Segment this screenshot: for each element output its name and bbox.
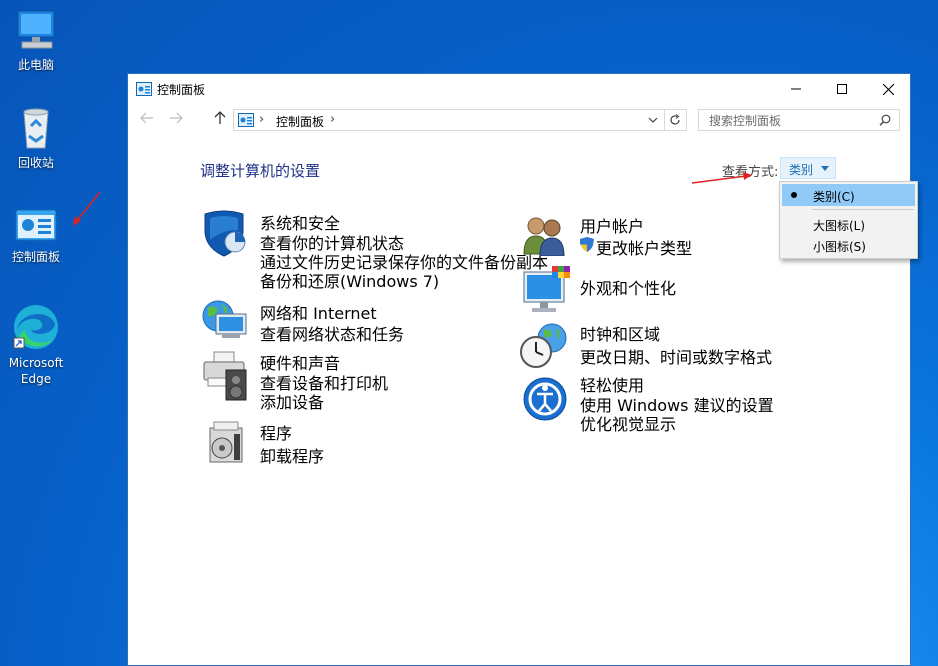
desktop-icon-this-pc[interactable]: 此电脑 — [0, 8, 72, 73]
control-panel-icon — [15, 209, 57, 241]
search-icon[interactable] — [879, 114, 891, 126]
computer-icon — [17, 10, 55, 49]
recycle-bin-icon — [23, 108, 49, 149]
desktop-icon-label: 控制面板 — [11, 250, 60, 264]
category-title-user-accounts[interactable]: 用户帐户 — [580, 213, 644, 237]
desktop-icon-edge[interactable]: Microsoft Edge — [0, 302, 72, 387]
desktop-icon-label: 回收站 — [17, 156, 54, 170]
menu-item-label: 小图标(S) — [813, 240, 866, 254]
user-accounts-icon — [523, 217, 565, 256]
link-add-device[interactable]: 添加设备 — [260, 389, 324, 413]
annotation-arrow-icon — [691, 172, 752, 184]
menu-item-small-icons[interactable]: 小图标(S) — [782, 234, 915, 256]
annotation-arrow-icon — [73, 191, 101, 226]
menu-item-label: 类别(C) — [813, 190, 855, 204]
desktop-icon-recycle-bin[interactable]: 回收站 — [0, 106, 72, 171]
back-button[interactable] — [140, 112, 154, 128]
edge-icon — [13, 305, 58, 349]
refresh-icon — [670, 114, 680, 125]
forward-button[interactable] — [169, 112, 183, 128]
refresh-button[interactable] — [665, 109, 687, 131]
up-button[interactable] — [214, 111, 226, 129]
link-change-account-type[interactable]: 更改帐户类型 — [596, 235, 692, 259]
view-by-menu: 类别(C) 大图标(L) 小图标(S) — [779, 181, 918, 259]
category-title-appearance[interactable]: 外观和个性化 — [580, 275, 676, 299]
programs-icon — [209, 421, 243, 463]
control-panel-small-icon — [238, 113, 254, 127]
close-icon — [882, 83, 894, 95]
system-security-icon — [204, 210, 246, 257]
address-bar[interactable]: › 控制面板 › — [233, 109, 665, 131]
control-panel-window: 控制面板 › 控制面板 › 搜索控制面板 调整计算机的设置 查看方式: 类别 系… — [127, 73, 911, 666]
desktop-icon-label: 此电脑 — [17, 58, 54, 72]
clock-region-icon — [520, 323, 567, 368]
link-optimize-visual-display[interactable]: 优化视觉显示 — [580, 411, 676, 435]
menu-item-label: 大图标(L) — [813, 219, 866, 233]
shield-icon — [580, 237, 594, 252]
window-title: 控制面板 — [157, 83, 206, 97]
dropdown-arrow-icon — [821, 166, 829, 171]
ease-of-access-icon — [523, 377, 567, 421]
close-button[interactable] — [865, 74, 911, 104]
desktop-icon-label: Microsoft Edge — [8, 356, 64, 386]
view-by-value: 类别 — [789, 163, 814, 177]
title-bar[interactable]: 控制面板 — [128, 74, 910, 104]
forward-arrow-icon — [170, 112, 183, 124]
link-uninstall-program[interactable]: 卸载程序 — [260, 443, 324, 467]
link-change-date-time-format[interactable]: 更改日期、时间或数字格式 — [580, 344, 772, 368]
hardware-sound-icon — [203, 351, 247, 401]
breadcrumb-control-panel[interactable]: 控制面板 — [276, 113, 324, 130]
breadcrumb-separator-icon[interactable]: › — [259, 112, 264, 127]
back-arrow-icon — [140, 112, 153, 124]
network-icon — [202, 300, 247, 338]
page-heading: 调整计算机的设置 — [200, 162, 321, 180]
up-arrow-icon — [214, 111, 226, 124]
appearance-icon — [523, 266, 570, 312]
control-panel-small-icon — [136, 82, 152, 96]
breadcrumb-separator-icon[interactable]: › — [330, 112, 335, 127]
category-title-clock-region[interactable]: 时钟和区域 — [580, 321, 660, 345]
search-box[interactable] — [698, 109, 900, 131]
search-input[interactable] — [707, 113, 871, 129]
menu-item-category[interactable]: 类别(C) — [782, 184, 915, 206]
desktop-icon-control-panel[interactable]: 控制面板 — [0, 206, 72, 265]
menu-separator — [812, 209, 914, 210]
link-backup-restore[interactable]: 备份和还原(Windows 7) — [260, 268, 439, 292]
category-title-programs[interactable]: 程序 — [260, 420, 292, 444]
link-network-status[interactable]: 查看网络状态和任务 — [260, 321, 404, 345]
view-by-dropdown[interactable]: 类别 — [780, 157, 836, 179]
radio-bullet-icon — [791, 192, 797, 198]
maximize-icon — [837, 84, 847, 94]
menu-item-large-icons[interactable]: 大图标(L) — [782, 213, 915, 235]
minimize-icon — [791, 88, 801, 90]
maximize-button[interactable] — [819, 74, 865, 104]
chevron-down-icon[interactable] — [648, 116, 658, 124]
minimize-button[interactable] — [773, 74, 819, 104]
